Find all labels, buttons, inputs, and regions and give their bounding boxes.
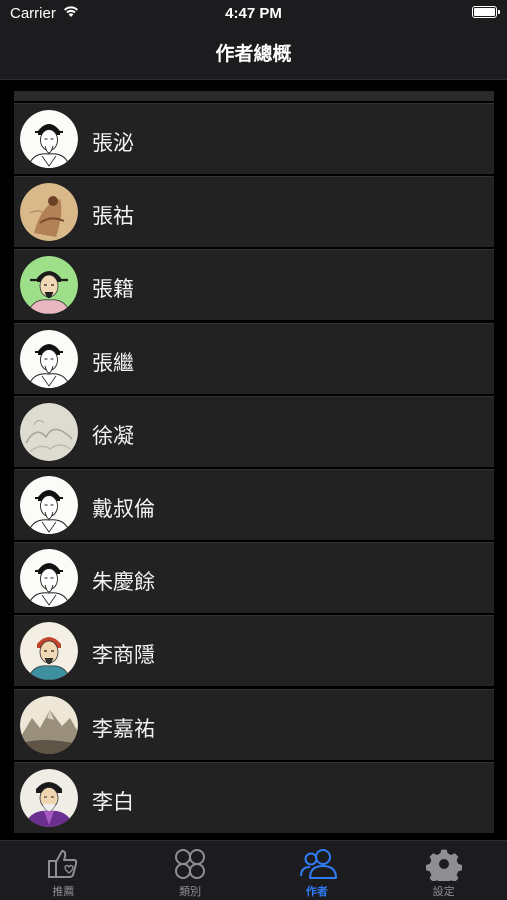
tab-gear[interactable]: 設定 bbox=[380, 841, 507, 900]
author-avatar bbox=[20, 256, 78, 315]
list-edge bbox=[14, 91, 494, 101]
battery-icon bbox=[472, 6, 500, 18]
author-avatar bbox=[20, 329, 78, 388]
author-list[interactable]: 張泌 張祜 張籍 張繼 徐凝 戴叔倫 朱慶餘 李商隱 李嘉祐 李白 bbox=[14, 103, 494, 835]
author-row[interactable]: 戴叔倫 bbox=[14, 468, 494, 540]
tab-label: 類別 bbox=[179, 885, 202, 898]
author-avatar bbox=[20, 695, 78, 754]
author-name: 張籍 bbox=[92, 277, 134, 302]
author-name: 李商隱 bbox=[92, 643, 155, 668]
author-name: 張泌 bbox=[92, 131, 134, 155]
author-name: 戴叔倫 bbox=[92, 496, 155, 521]
author-list-container[interactable]: 張泌 張祜 張籍 張繼 徐凝 戴叔倫 朱慶餘 李商隱 李嘉祐 李白 bbox=[0, 80, 507, 840]
author-name: 張繼 bbox=[92, 350, 134, 375]
author-name: 李白 bbox=[92, 789, 134, 814]
gear-icon bbox=[425, 847, 462, 886]
author-name: 朱慶餘 bbox=[92, 570, 155, 595]
tab-bar: 推薦 類別 作者 設定 bbox=[0, 840, 507, 900]
author-avatar bbox=[20, 768, 78, 827]
author-avatar bbox=[20, 549, 78, 608]
page-title: 作者總概 bbox=[215, 43, 292, 65]
author-row[interactable]: 李嘉祐 bbox=[14, 688, 494, 760]
author-avatar bbox=[20, 402, 78, 461]
author-row[interactable]: 張祜 bbox=[14, 176, 494, 248]
navigation-bar: 作者總概 bbox=[0, 28, 507, 80]
author-avatar bbox=[20, 475, 78, 534]
author-row[interactable]: 張繼 bbox=[14, 322, 494, 394]
grid-icon bbox=[172, 847, 208, 881]
tab-people[interactable]: 作者 bbox=[254, 841, 381, 900]
author-avatar bbox=[20, 183, 78, 242]
author-name: 徐凝 bbox=[92, 423, 134, 448]
tab-label: 設定 bbox=[432, 885, 455, 898]
author-row[interactable]: 徐凝 bbox=[14, 395, 494, 467]
status-bar: Carrier 4:47 PM bbox=[0, 0, 507, 28]
author-row[interactable]: 張泌 bbox=[14, 103, 494, 174]
author-name: 張祜 bbox=[92, 204, 134, 229]
author-row[interactable]: 張籍 bbox=[14, 249, 494, 321]
tab-grid[interactable]: 類別 bbox=[127, 841, 254, 900]
people-icon bbox=[299, 847, 337, 881]
tab-label: 推薦 bbox=[52, 885, 75, 898]
tab-thumbs-up[interactable]: 推薦 bbox=[0, 841, 127, 900]
author-row[interactable]: 李商隱 bbox=[14, 615, 494, 687]
author-name: 李嘉祐 bbox=[92, 716, 155, 741]
author-row[interactable]: 朱慶餘 bbox=[14, 542, 494, 614]
thumbs-up-icon bbox=[45, 847, 81, 881]
tab-label: 作者 bbox=[305, 885, 328, 898]
author-row[interactable]: 李白 bbox=[14, 761, 494, 833]
author-avatar bbox=[20, 622, 78, 681]
author-avatar bbox=[20, 110, 78, 168]
clock: 4:47 PM bbox=[225, 5, 282, 22]
